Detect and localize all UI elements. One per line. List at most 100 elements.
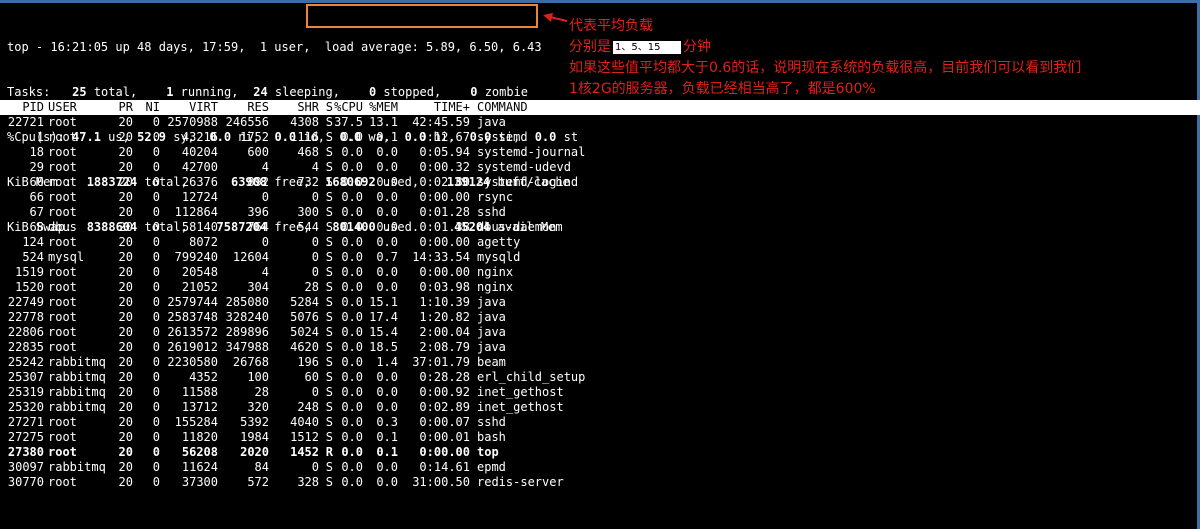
- process-virt-cell: 11820: [181, 430, 218, 444]
- process-mem-cell: 15.4: [369, 325, 398, 339]
- process-state-cell: S: [325, 370, 333, 384]
- tasks-stopped-label: stopped,: [383, 85, 442, 99]
- process-time-cell: 2:08.79: [419, 340, 470, 354]
- process-shr-cell: 732: [297, 175, 319, 189]
- process-res-cell: 572: [247, 475, 269, 489]
- process-virt-cell: 26376: [181, 175, 218, 189]
- process-virt-cell: 11624: [181, 460, 218, 474]
- process-row: 25320 rabbitmq 20 0 13712 320 248 S 0.0 0.0 0:02.8…: [0, 400, 1200, 415]
- process-virt-cell: 42700: [181, 160, 218, 174]
- process-time-cell: 0:00.00: [419, 445, 470, 459]
- process-shr-cell: 5076: [290, 310, 319, 324]
- uptime-text: top - 16:21:05 up 48 days, 17:59, 1 user…: [7, 40, 325, 54]
- process-mem-cell: 18.5: [369, 340, 398, 354]
- process-user-cell: root: [48, 145, 77, 159]
- process-table-header: PID USER PR NI VIRT RES SHR S %CPU %MEM …: [0, 100, 1200, 115]
- process-pid-cell: 29: [29, 160, 44, 174]
- process-res-cell: 320: [247, 400, 269, 414]
- process-pid-cell: 22835: [7, 340, 44, 354]
- process-pid-cell: 25320: [7, 400, 44, 414]
- process-mem-cell: 0.7: [376, 250, 398, 264]
- process-command-cell: systemd-journal: [477, 145, 586, 159]
- process-virt-cell: 2230580: [167, 355, 218, 369]
- process-mem-cell: 0.0: [376, 220, 398, 234]
- process-row: 22778 root 20 0 2583748 328240 5076 S 0.0 17.4 1:2…: [0, 310, 1200, 325]
- process-nice-cell: 0: [152, 385, 160, 399]
- process-state-cell: S: [325, 175, 333, 189]
- process-cpu-cell: 0.0: [341, 265, 363, 279]
- process-nice-cell: 0: [152, 445, 160, 459]
- process-res-cell: 12604: [232, 250, 269, 264]
- process-state-cell: S: [325, 250, 333, 264]
- process-shr-cell: 0: [311, 250, 319, 264]
- process-row: 1519 root 20 0 20548 4 0 S 0.0 0.0 0:00.00 nginx: [0, 265, 1200, 280]
- process-res-cell: 285080: [225, 295, 269, 309]
- process-command-cell: java: [477, 115, 506, 129]
- process-mem-cell: 17.4: [369, 310, 398, 324]
- process-shr-cell: 196: [297, 355, 319, 369]
- process-cpu-cell: 0.0: [341, 280, 363, 294]
- process-nice-cell: 0: [152, 250, 160, 264]
- process-time-cell: 1:10.39: [419, 295, 470, 309]
- process-nice-cell: 0: [152, 310, 160, 324]
- process-pid-cell: 1520: [15, 280, 44, 294]
- process-res-cell: 4: [261, 265, 269, 279]
- process-state-cell: S: [325, 295, 333, 309]
- process-row: 18 root 20 0 40204 600 468 S 0.0 0.0 0:05.94 system…: [0, 145, 1200, 160]
- process-state-cell: S: [325, 145, 333, 159]
- process-virt-cell: 56208: [181, 445, 218, 459]
- process-pid-cell: 1519: [15, 265, 44, 279]
- process-virt-cell: 4352: [189, 370, 218, 384]
- process-state-cell: S: [325, 205, 333, 219]
- process-virt-cell: 20548: [181, 265, 218, 279]
- process-mem-cell: 0.0: [376, 175, 398, 189]
- col-state-header: S: [325, 100, 333, 114]
- process-cpu-cell: 0.0: [341, 370, 363, 384]
- process-command-cell: nginx: [477, 265, 514, 279]
- process-res-cell: 347988: [225, 340, 269, 354]
- process-cpu-cell: 0.0: [341, 220, 363, 234]
- process-cpu-cell: 0.0: [341, 400, 363, 414]
- process-res-cell: 1752: [240, 130, 269, 144]
- process-user-cell: mysql: [48, 250, 85, 264]
- process-priority-cell: 20: [118, 400, 133, 414]
- process-cpu-cell: 0.0: [341, 340, 363, 354]
- process-state-cell: S: [325, 220, 333, 234]
- process-user-cell: root: [48, 235, 77, 249]
- process-row: 27275 root 20 0 11820 1984 1512 S 0.0 0.1 0:00.01 b…: [0, 430, 1200, 445]
- process-res-cell: 5392: [240, 415, 269, 429]
- process-nice-cell: 0: [152, 370, 160, 384]
- process-priority-cell: 20: [118, 115, 133, 129]
- process-res-cell: 600: [247, 145, 269, 159]
- process-mem-cell: 0.0: [376, 460, 398, 474]
- process-row: 30770 root 20 0 37300 572 328 S 0.0 0.0 31:00.50 re…: [0, 475, 1200, 490]
- process-shr-cell: 5284: [290, 295, 319, 309]
- process-command-cell: agetty: [477, 235, 521, 249]
- annotation-explanation: 如果这些值平均都大于0.6的话，说明现在系统的负载很高，目前我们可以看到我们: [569, 60, 1082, 76]
- col-res-header: RES: [247, 100, 269, 114]
- process-priority-cell: 20: [118, 355, 133, 369]
- process-row: 524 mysql 20 0 799240 12604 0 S 0.0 0.7 14:33.54 my…: [0, 250, 1200, 265]
- process-virt-cell: 2579744: [167, 295, 218, 309]
- process-time-cell: 0:14.61: [419, 460, 470, 474]
- process-cpu-cell: 0.0: [341, 445, 363, 459]
- process-row: 22749 root 20 0 2579744 285080 5284 S 0.0 15.1 1:1…: [0, 295, 1200, 310]
- process-virt-cell: 2583748: [167, 310, 218, 324]
- process-res-cell: 246556: [225, 115, 269, 129]
- process-virt-cell: 11588: [181, 385, 218, 399]
- process-pid-cell: 68: [29, 220, 44, 234]
- process-time-cell: 0:00.32: [419, 160, 470, 174]
- process-shr-cell: 4: [311, 160, 319, 174]
- process-state-cell: S: [325, 355, 333, 369]
- process-virt-cell: 43216: [181, 130, 218, 144]
- process-cpu-cell: 0.0: [341, 355, 363, 369]
- tasks-sleeping-label: sleeping,: [274, 85, 340, 99]
- process-user-cell: root: [48, 340, 77, 354]
- process-shr-cell: 1116: [290, 130, 319, 144]
- process-priority-cell: 20: [118, 325, 133, 339]
- process-mem-cell: 0.0: [376, 475, 398, 489]
- process-priority-cell: 20: [118, 250, 133, 264]
- process-command-cell: java: [477, 340, 506, 354]
- process-priority-cell: 20: [118, 415, 133, 429]
- process-res-cell: 84: [254, 460, 269, 474]
